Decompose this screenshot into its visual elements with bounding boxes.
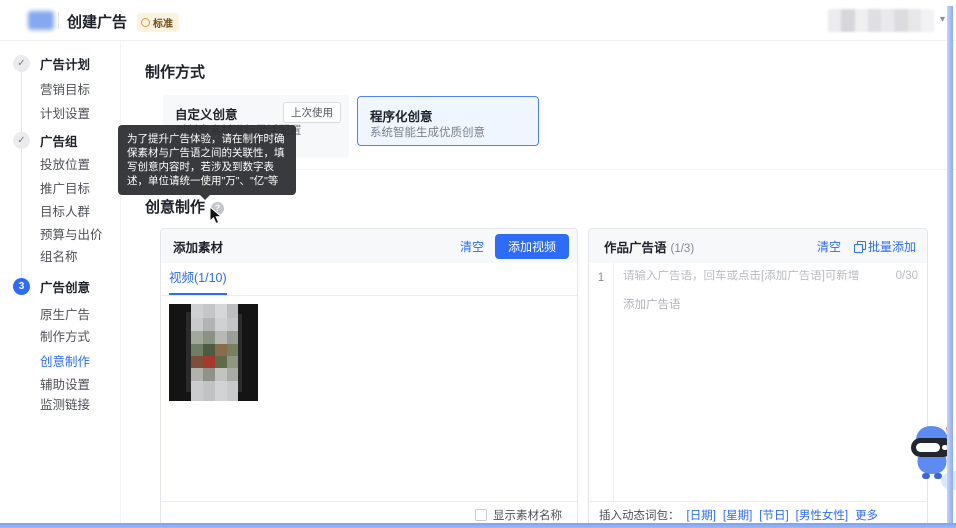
last-used-tag: 上次使用 (283, 102, 341, 123)
app-logo (28, 11, 54, 30)
chevron-down-icon[interactable]: ▾ (940, 14, 945, 25)
check-icon: ✓ (13, 131, 30, 149)
step-connector-line (21, 63, 22, 286)
show-material-name-label: 显示素材名称 (493, 510, 562, 522)
add-slogan-link[interactable]: 添加广告语 (623, 296, 681, 312)
check-icon: ✓ (13, 54, 30, 72)
char-counter: 0/30 (895, 270, 918, 282)
add-material-panel: 添加素材 清空 添加视频 视频(1/10) 显示素材名称 (160, 228, 578, 528)
wordpack-date[interactable]: [日期] (687, 507, 716, 523)
clear-slogans-link[interactable]: 清空 (817, 238, 841, 255)
help-tooltip: 为了提升广告体验，请在制作时确保素材与广告语之间的关联性，填写创意内容时，若涉及… (118, 125, 296, 200)
user-account-blurred[interactable] (828, 9, 934, 32)
wordpack-festival[interactable]: [节日] (759, 507, 788, 523)
slogan-panel: 作品广告语 (1/3) 清空 批量添加 1 0/30 添加广告语 插入动态词包：… (588, 228, 928, 528)
slogan-panel-header: 作品广告语 (1/3) 清空 批量添加 (589, 229, 927, 263)
mouse-cursor-icon (209, 206, 223, 225)
standard-badge: 标准 (137, 13, 179, 32)
top-bar: 创建广告 标准 ▾ (0, 0, 956, 41)
batch-add-link[interactable]: 批量添加 (853, 238, 916, 255)
badge-label: 标准 (153, 19, 173, 30)
tab-video[interactable]: 视频(1/10) (169, 267, 227, 295)
wordpack-week[interactable]: [星期] (723, 507, 752, 523)
slogan-panel-title: 作品广告语 (604, 240, 667, 255)
wordpack-gender[interactable]: [男性女性] (796, 507, 848, 523)
create-ad-page: 创建广告 标准 ▾ ✓ 广告计划 营销目标 计划设置 ✓ 广告组 投放位置 推广… (0, 0, 956, 528)
right-edge-strip (947, 6, 953, 528)
slogan-row-number: 1 (589, 263, 614, 501)
material-panel-title: 添加素材 (173, 240, 224, 255)
bottom-edge-strip (0, 523, 956, 528)
material-tabs: 视频(1/10) (161, 263, 577, 296)
section-title-production-method: 制作方式 (145, 64, 206, 81)
add-video-button[interactable]: 添加视频 (494, 233, 569, 259)
wordpack-more-link[interactable]: 更多 (855, 507, 878, 523)
wordpack-label: 插入动态词包： (599, 510, 680, 522)
medal-icon (141, 18, 150, 27)
slogan-count: (1/3) (670, 242, 695, 255)
page-title: 创建广告 (67, 14, 128, 31)
video-thumbnail[interactable] (169, 304, 258, 401)
steps-sidebar: ✓ 广告计划 营销目标 计划设置 ✓ 广告组 投放位置 推广目标 目标人群 预算… (0, 41, 121, 528)
clear-materials-link[interactable]: 清空 (460, 238, 484, 255)
material-panel-header: 添加素材 清空 添加视频 (161, 229, 577, 263)
batch-add-icon (853, 240, 866, 253)
show-material-name-checkbox[interactable] (475, 509, 487, 521)
topbar-divider (58, 12, 59, 29)
step-number-badge: 3 (13, 277, 30, 295)
slogan-input[interactable] (623, 270, 873, 282)
card-programmatic-creative[interactable]: 程序化创意 系统智能生成优质创意 (357, 96, 539, 146)
